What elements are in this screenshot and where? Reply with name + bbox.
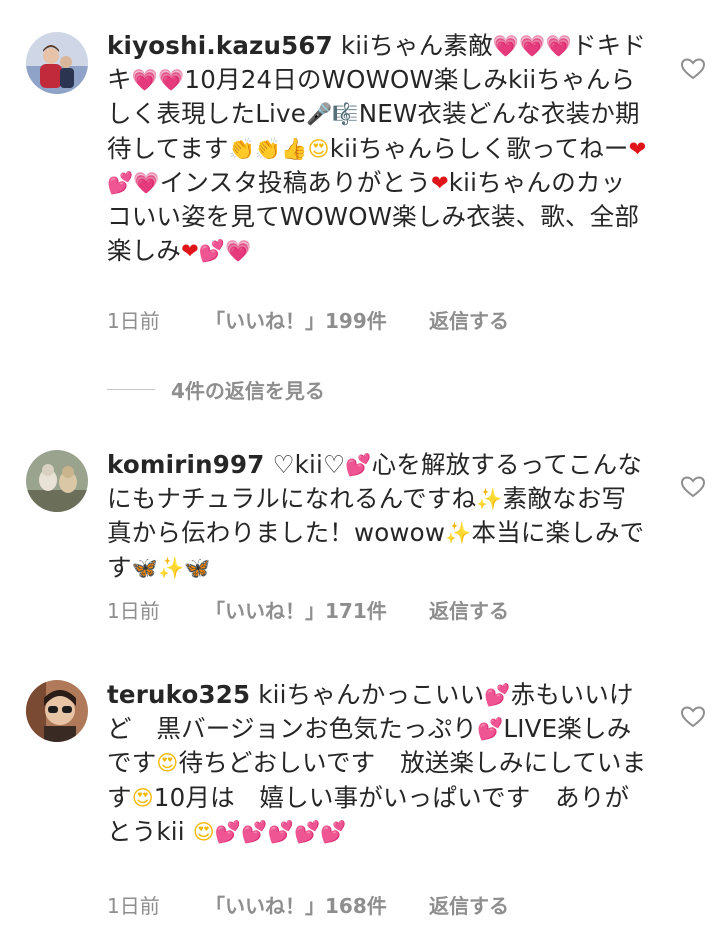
timestamp: 1日前 [107, 894, 160, 918]
heart-emoji: 💗 [545, 34, 572, 58]
heart-eyes-emoji: 😍 [307, 136, 330, 161]
comment-text-segment: インスタ投稿ありがとう [159, 167, 431, 197]
comment-meta: 1日前 「いいね！」171件 返信する [107, 595, 509, 624]
like-count[interactable]: 「いいね！」171件 [205, 595, 429, 624]
heart-emoji: 💕 [320, 819, 347, 844]
reply-button[interactable]: 返信する [429, 305, 509, 334]
heart-outline-icon[interactable] [680, 705, 706, 729]
comment-text-segment: ♡kii♡ [272, 450, 346, 479]
comment-text: teruko325 kiiちゃんかっこいい💕赤もいいけど 黒バージョンお色気たっぷ… [107, 678, 647, 849]
username[interactable]: teruko325 [107, 680, 250, 709]
hands-emoji: 👏 [254, 136, 282, 161]
comment-meta: 1日前 「いいね！」168件 返信する [107, 890, 509, 919]
heart-emoji: 💕 [293, 819, 321, 844]
comment-text-segment: kiiちゃん素敵 [340, 31, 493, 60]
hands-emoji: 👏 [228, 136, 255, 161]
heart-emoji: 💗 [225, 239, 252, 264]
heart-outline-icon[interactable] [680, 57, 706, 81]
heart-emoji: 💕 [484, 683, 511, 707]
heart-emoji: 💕 [198, 239, 226, 264]
reply-button[interactable]: 返信する [429, 890, 509, 919]
comment-text-segment: kiiちゃんかっこいい [258, 680, 485, 709]
sparkles-emoji: ✨ [158, 555, 185, 580]
music-emoji: 🎤 [306, 102, 333, 127]
heart-emoji: 💗 [519, 34, 546, 58]
heart-eyes-emoji: 😍 [156, 751, 179, 776]
heart-emoji: 💕 [267, 819, 294, 844]
heart-eyes-emoji: 😍 [192, 819, 215, 844]
heart-emoji: 💕 [214, 819, 242, 844]
avatar[interactable] [26, 32, 88, 94]
heart-emoji: 💗 [492, 34, 520, 58]
heart-emoji: 💗 [158, 68, 185, 93]
like-count[interactable]: 「いいね！」199件 [205, 305, 429, 334]
sparkles-emoji: ✨ [476, 487, 503, 512]
divider-line [107, 388, 155, 391]
avatar[interactable] [26, 450, 88, 512]
heart-emoji: 💕 [345, 453, 372, 477]
timestamp: 1日前 [107, 599, 160, 623]
avatar[interactable] [26, 680, 88, 742]
red-heart-emoji: ❤ [181, 239, 199, 264]
red-heart-emoji: ❤ [628, 136, 647, 161]
butterfly-emoji: 🦋 [131, 555, 159, 580]
heart-eyes-emoji: 😍 [131, 785, 154, 810]
heart-emoji: 💕 [477, 717, 504, 742]
sparkles-emoji: ✨ [445, 521, 472, 546]
reply-button[interactable]: 返信する [429, 595, 509, 624]
hands-emoji: 👍 [281, 136, 308, 161]
heart-emoji: 💗 [131, 68, 159, 93]
like-count[interactable]: 「いいね！」168件 [205, 890, 429, 919]
view-replies-label: 4件の返信を見る [171, 379, 325, 403]
comment-text-segment: 10月は 嬉しい事がいっぱいです ありがとうkii [107, 782, 630, 846]
comment-text: komirin997 ♡kii♡💕心を解放するってこんなにもナチュラルになれるんで… [107, 448, 647, 585]
comment-text-segment: kiiちゃんらしく歌ってねー [329, 133, 629, 163]
heart-outline-icon[interactable] [680, 475, 706, 499]
red-heart-emoji: ❤ [430, 170, 449, 195]
heart-emoji: 💗 [133, 170, 160, 195]
username[interactable]: komirin997 [107, 450, 264, 479]
butterfly-emoji: 🦋 [184, 555, 211, 580]
username[interactable]: kiyoshi.kazu567 [107, 31, 333, 60]
view-replies-button[interactable]: 4件の返信を見る [107, 375, 325, 404]
heart-emoji: 💕 [241, 819, 268, 844]
comment-meta: 1日前 「いいね！」199件 返信する [107, 305, 509, 334]
music-emoji: 🎼 [332, 102, 359, 127]
heart-emoji: 💕 [107, 170, 134, 195]
timestamp: 1日前 [107, 309, 160, 333]
comment-text: kiyoshi.kazu567 kiiちゃん素敵💗💗💗ドキドキ💗💗10月24日のW… [107, 29, 647, 268]
